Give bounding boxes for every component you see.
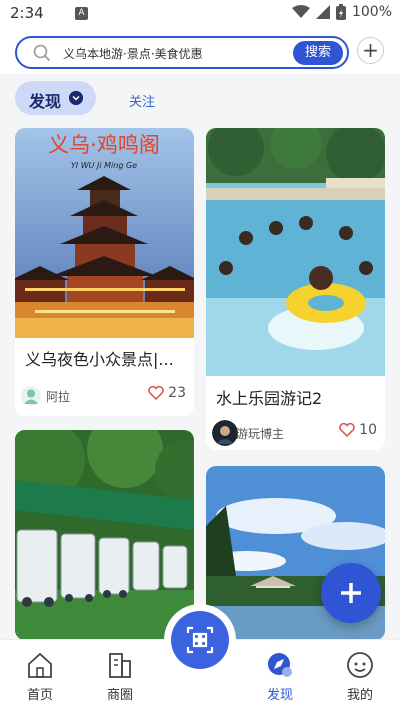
like-count: 23: [168, 385, 186, 401]
card-image: 义乌·鸡鸣阁 YI WU Ji Ming Ge: [15, 128, 194, 338]
like-button[interactable]: 23: [148, 385, 186, 401]
like-button[interactable]: 10: [339, 422, 377, 438]
feed-tabs: 发现 关注: [0, 74, 400, 120]
create-post-button[interactable]: [321, 563, 381, 623]
card-title: 义乌夜色小众景点|...: [25, 350, 174, 369]
status-bar: 2:34 A 100%: [0, 0, 400, 28]
card-author: 游玩博主: [236, 427, 285, 441]
wifi-icon: [291, 5, 310, 18]
tab-discover-label: 发现: [29, 92, 62, 111]
card-author: 阿拉: [46, 390, 71, 404]
tab-discover[interactable]: 发现: [15, 81, 96, 115]
search-icon: [33, 44, 51, 62]
discover-icon: [268, 653, 292, 677]
status-time: 2:34: [10, 4, 44, 22]
nav-label-discover: 发现: [266, 688, 293, 703]
add-button[interactable]: +: [357, 37, 384, 64]
scan-button-wrap: [164, 604, 236, 676]
nav-label-home: 首页: [26, 688, 53, 703]
nav-item-home[interactable]: 首页: [0, 640, 80, 711]
nav-item-discover[interactable]: 发现: [240, 640, 320, 711]
search-row: 义乌本地游·景点·美食优惠 搜索 +: [0, 28, 400, 74]
home-icon: [28, 652, 52, 678]
status-indicators: 100%: [291, 4, 392, 20]
feed-card[interactable]: 水上乐园游记2 游玩博主 10: [206, 128, 385, 450]
feed-card[interactable]: 义乌·鸡鸣阁 YI WU Ji Ming Ge 义乌夜色小众景点|... 阿拉 …: [15, 128, 194, 416]
avatar: [212, 420, 238, 446]
card-title: 水上乐园游记2: [216, 389, 323, 408]
battery-icon: [335, 4, 346, 20]
plus-icon: [341, 583, 361, 603]
nav-label-profile: 我的: [346, 688, 373, 703]
notification-icon: A: [75, 7, 88, 20]
avatar: [21, 386, 41, 406]
scan-button[interactable]: [171, 611, 229, 669]
heart-icon: [148, 386, 164, 400]
nav-item-profile[interactable]: 我的: [320, 640, 400, 711]
battery-percent: 100%: [351, 4, 392, 20]
like-count: 10: [359, 422, 377, 438]
card-image: [206, 128, 385, 376]
feed-card[interactable]: [15, 430, 194, 640]
search-input[interactable]: 义乌本地游·景点·美食优惠: [63, 45, 203, 62]
scan-icon: [186, 626, 214, 654]
image-caption: 义乌·鸡鸣阁: [48, 133, 160, 157]
nav-label-business: 商圈: [106, 688, 133, 703]
buildings-icon: [109, 653, 131, 678]
image-subcaption: YI WU Ji Ming Ge: [71, 161, 137, 170]
tab-follow[interactable]: 关注: [129, 91, 155, 110]
nav-item-business[interactable]: 商圈: [80, 640, 160, 711]
heart-icon: [339, 423, 355, 437]
search-button[interactable]: 搜索: [293, 41, 343, 65]
profile-icon: [347, 652, 373, 678]
search-box[interactable]: 义乌本地游·景点·美食优惠 搜索: [15, 36, 349, 69]
chevron-down-icon[interactable]: [69, 91, 83, 105]
card-image: [15, 430, 194, 640]
signal-icon: [315, 5, 330, 19]
